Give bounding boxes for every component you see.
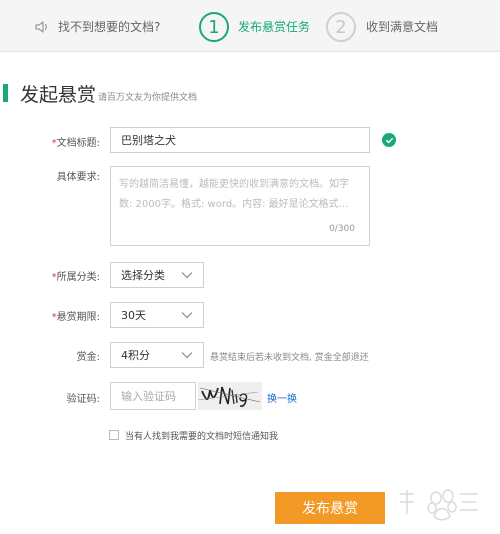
doc-title-input[interactable]: 巴别塔之犬 — [110, 127, 370, 153]
reward-note: 悬赏结束后若未收到文档, 赏金全部退还 — [210, 353, 369, 363]
submit-button[interactable]: 发布悬赏 — [275, 492, 385, 524]
requirements-label: 具体要求: — [56, 172, 100, 183]
page-subtitle: 请百万文友为你提供文档 — [98, 93, 198, 103]
step-1-label: 发布悬赏任务 — [238, 20, 311, 34]
reward-value: 4积分 — [121, 349, 150, 362]
captcha-input[interactable]: 输入验证码 — [110, 382, 196, 410]
step-1-number: 1 — [208, 16, 220, 38]
notify-checkbox[interactable] — [109, 430, 119, 440]
chevron-down-icon — [181, 352, 193, 359]
title-accent-bar — [3, 84, 8, 102]
category-value: 选择分类 — [121, 269, 165, 282]
category-label: *所属分类: — [51, 272, 100, 283]
reward-select[interactable]: 4积分 — [110, 342, 204, 368]
step-hint: 找不到想要的文档? — [58, 20, 161, 34]
refresh-captcha-link[interactable]: 换一换 — [267, 390, 297, 405]
valid-check-icon — [382, 133, 396, 147]
step-1-circle: 1 — [199, 12, 229, 42]
step-2-label: 收到满意文档 — [366, 20, 439, 34]
chevron-down-icon — [181, 272, 193, 279]
page-title: 发起悬赏 — [20, 84, 97, 106]
chevron-down-icon — [181, 312, 193, 319]
speaker-icon — [35, 21, 47, 33]
doc-title-label: *文档标题: — [51, 138, 100, 149]
step-2-number: 2 — [335, 16, 347, 38]
requirements-placeholder: 写的越简洁易懂，越能更快的收到满意的文档。如字数: 2000字。格式: word… — [119, 179, 349, 210]
notify-label: 当有人找到我需要的文档时短信通知我 — [125, 432, 279, 442]
deadline-select[interactable]: 30天 — [110, 302, 204, 328]
captcha-label: 验证码: — [66, 394, 100, 405]
captcha-image[interactable] — [198, 382, 262, 410]
deadline-value: 30天 — [121, 309, 146, 322]
step-bar: 找不到想要的文档? 1 发布悬赏任务 2 收到满意文档 — [0, 0, 500, 52]
char-counter: 0/300 — [329, 224, 355, 234]
step-2-circle: 2 — [326, 12, 356, 42]
doc-title-value: 巴别塔之犬 — [121, 134, 176, 147]
baidu-watermark-logo — [400, 489, 478, 521]
category-select[interactable]: 选择分类 — [110, 262, 204, 288]
requirements-textarea[interactable]: 写的越简洁易懂，越能更快的收到满意的文档。如字数: 2000字。格式: word… — [110, 166, 370, 246]
deadline-label: *悬赏期限: — [51, 312, 100, 323]
captcha-placeholder: 输入验证码 — [121, 390, 176, 403]
reward-label: 赏金: — [76, 352, 100, 363]
